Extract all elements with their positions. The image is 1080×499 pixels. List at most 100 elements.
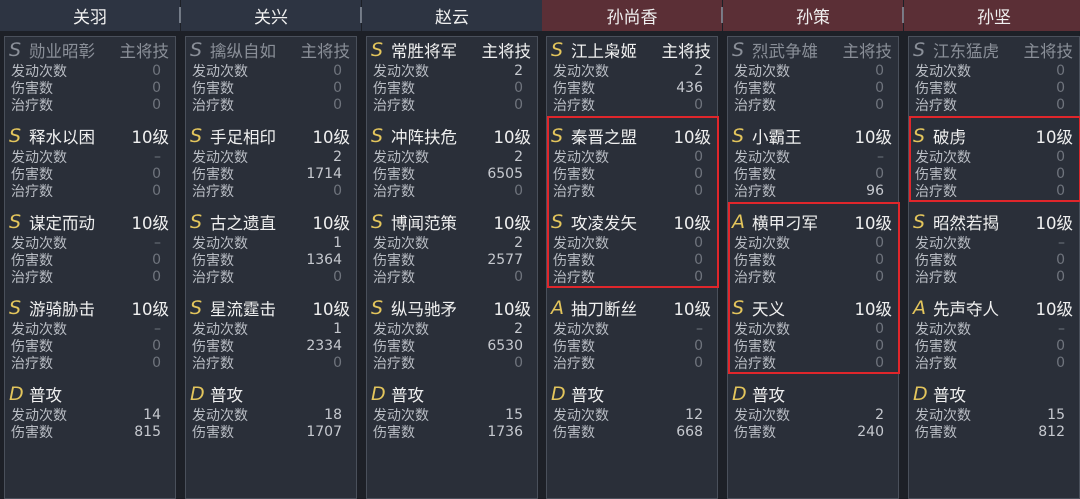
stat-label: 治疗数: [11, 183, 53, 200]
stat-value: –: [696, 320, 703, 337]
stat-value: 2: [694, 62, 703, 79]
skill-block: S 常胜将军 主将技 发动次数 2 伤害数 0 治疗数 0: [367, 37, 537, 123]
stat-row-triggers: 发动次数 0: [734, 234, 884, 252]
skill-block: A 抽刀断丝 10级 发动次数 – 伤害数 0 治疗数 0: [547, 295, 717, 381]
stat-row-damage: 伤害数 0: [734, 251, 884, 269]
skill-name: 冲阵扶危: [391, 128, 457, 147]
stat-value: 0: [514, 354, 523, 371]
stat-value: 0: [1056, 337, 1065, 354]
stat-row-heal: 治疗数 0: [192, 182, 342, 200]
stat-value: 0: [694, 354, 703, 371]
skill-level: 10级: [312, 128, 351, 147]
general-tab-5[interactable]: 孙策: [723, 0, 904, 31]
stat-label: 伤害数: [373, 424, 415, 441]
stat-label: 治疗数: [734, 183, 776, 200]
skill-level: 10级: [131, 128, 170, 147]
skill-block: S 谋定而动 10级 发动次数 – 伤害数 0 治疗数 0: [5, 209, 175, 295]
general-column-5: 孙策 S 烈武争雄 主将技 发动次数 0 伤害数 0 治疗数 0 S 小霸王 10级 发动次数 – 伤害数 0 治…: [723, 0, 904, 499]
stat-value: 0: [1056, 62, 1065, 79]
skill-title: D 普攻: [913, 383, 1073, 405]
stat-row-damage: 伤害数 0: [373, 79, 523, 97]
stat-label: 治疗数: [915, 355, 957, 372]
stat-row-damage: 伤害数 0: [734, 165, 884, 183]
skill-block: A 先声夺人 10级 发动次数 – 伤害数 0 治疗数 0: [909, 295, 1079, 381]
skill-name: 普攻: [210, 386, 243, 405]
skill-grade-badge: A: [551, 297, 564, 319]
stat-value: 1736: [487, 423, 523, 440]
stat-value: 0: [1056, 251, 1065, 268]
stat-value: 0: [694, 251, 703, 268]
skill-name: 手足相印: [210, 128, 276, 147]
stat-row-triggers: 发动次数 –: [11, 320, 161, 338]
general-tab-2[interactable]: 关兴: [181, 0, 362, 31]
stat-row-triggers: 发动次数 0: [11, 62, 161, 80]
stat-row-damage: 伤害数 0: [915, 79, 1065, 97]
stat-row-damage: 伤害数 1714: [192, 165, 342, 183]
stat-row-damage: 伤害数 812: [915, 423, 1065, 441]
skill-stats-panel: S 常胜将军 主将技 发动次数 2 伤害数 0 治疗数 0 S 冲阵扶危 10级 发动次数 2 伤害数 650…: [366, 36, 538, 499]
skill-name: 普攻: [752, 386, 785, 405]
stat-label: 治疗数: [915, 269, 957, 286]
stat-label: 治疗数: [553, 183, 595, 200]
stat-value: 6530: [487, 337, 523, 354]
skill-name: 烈武争雄: [752, 42, 818, 61]
skill-title: S 释水以困 10级: [9, 125, 169, 147]
general-tab-1[interactable]: 关羽: [0, 0, 181, 31]
skill-name: 江上枭姬: [571, 42, 637, 61]
skill-level: 主将技: [119, 42, 170, 61]
skill-level: 10级: [131, 214, 170, 233]
skill-name: 游骑胁击: [29, 300, 95, 319]
stat-value: 0: [1056, 182, 1065, 199]
skill-block: S 江上枭姬 主将技 发动次数 2 伤害数 436 治疗数 0: [547, 37, 717, 123]
stat-row-damage: 伤害数 6530: [373, 337, 523, 355]
stat-row-triggers: 发动次数 –: [915, 234, 1065, 252]
stat-value: 0: [1056, 165, 1065, 182]
stat-value: 0: [333, 96, 342, 113]
stat-row-damage: 伤害数 668: [553, 423, 703, 441]
stat-value: 0: [875, 79, 884, 96]
general-name: 关兴: [254, 8, 288, 28]
skill-grade-badge: S: [732, 39, 745, 61]
stat-value: 96: [866, 182, 884, 199]
stat-row-damage: 伤害数 0: [734, 79, 884, 97]
skill-name: 小霸王: [752, 128, 802, 147]
stat-value: 0: [875, 320, 884, 337]
stat-value: 0: [1056, 148, 1065, 165]
stat-value: 0: [514, 182, 523, 199]
skill-block: S 攻凌发矢 10级 发动次数 0 伤害数 0 治疗数 0: [547, 209, 717, 295]
general-tab-4[interactable]: 孙尚香: [542, 0, 723, 31]
skill-name: 释水以困: [29, 128, 95, 147]
skill-title: S 星流霆击 10级: [190, 297, 350, 319]
stat-value: 0: [694, 182, 703, 199]
skill-block: D 普攻 发动次数 15 伤害数 812: [909, 381, 1079, 467]
skill-level: 主将技: [481, 42, 532, 61]
stat-row-damage: 伤害数 815: [11, 423, 161, 441]
stat-value: 0: [333, 354, 342, 371]
stat-row-triggers: 发动次数 2: [734, 406, 884, 424]
stat-label: 治疗数: [734, 97, 776, 114]
stat-value: 0: [152, 182, 161, 199]
stat-value: 0: [875, 96, 884, 113]
skill-grade-badge: D: [913, 383, 928, 405]
stat-row-damage: 伤害数 0: [11, 79, 161, 97]
skill-block: D 普攻 发动次数 14 伤害数 815: [5, 381, 175, 467]
skill-title: D 普攻: [371, 383, 531, 405]
skill-block: S 烈武争雄 主将技 发动次数 0 伤害数 0 治疗数 0: [728, 37, 898, 123]
general-tab-3[interactable]: 赵云: [362, 0, 542, 31]
stat-row-damage: 伤害数 1707: [192, 423, 342, 441]
skill-title: D 普攻: [190, 383, 350, 405]
stat-value: 0: [875, 62, 884, 79]
skill-level: 10级: [131, 300, 170, 319]
skill-title: S 破虏 10级: [913, 125, 1073, 147]
general-tab-6[interactable]: 孙坚: [904, 0, 1080, 31]
stat-label: 治疗数: [11, 355, 53, 372]
stat-value: 0: [875, 354, 884, 371]
general-column-6: 孙坚 S 江东猛虎 主将技 发动次数 0 伤害数 0 治疗数 0 S 破虏 10级 发动次数 0 伤害数 0 治疗…: [904, 0, 1080, 499]
skill-level: 10级: [493, 300, 532, 319]
stat-row-heal: 治疗数 0: [734, 268, 884, 286]
stat-value: 0: [152, 62, 161, 79]
skill-grade-badge: D: [732, 383, 747, 405]
stat-row-heal: 治疗数 96: [734, 182, 884, 200]
skill-level: 10级: [673, 300, 712, 319]
stat-value: 2: [333, 148, 342, 165]
